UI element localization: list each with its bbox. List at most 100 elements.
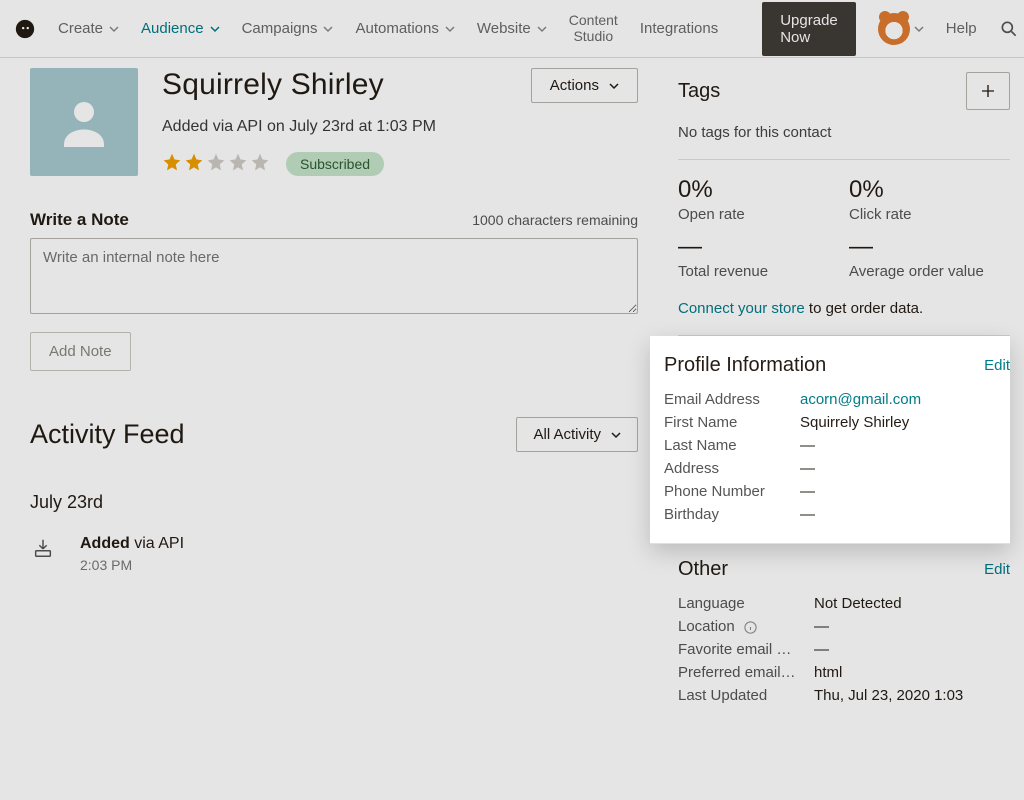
note-textarea[interactable] (30, 238, 638, 314)
chevron-down-icon (537, 24, 547, 34)
contact-avatar (30, 68, 138, 176)
other-pref-label: Preferred email… (678, 664, 814, 681)
click-rate-label: Click rate (849, 206, 1010, 223)
profile-first-label: First Name (664, 414, 800, 431)
profile-phone-value: — (800, 483, 1010, 500)
feed-item-time: 2:03 PM (80, 557, 184, 573)
profile-address-value: — (800, 460, 1010, 477)
nav-campaigns[interactable]: Campaigns (242, 20, 334, 37)
feed-item: Added via API 2:03 PM (30, 535, 638, 573)
contact-rating: Subscribed (162, 152, 507, 176)
nav-audience-label: Audience (141, 20, 204, 37)
tags-section: Tags No tags for this contact 0% Open ra… (664, 72, 1010, 336)
star-icon (228, 152, 248, 176)
plus-icon (979, 82, 997, 100)
profile-email-label: Email Address (664, 391, 800, 408)
chevron-down-icon (210, 24, 220, 34)
nav-content-studio-l2: Studio (573, 29, 613, 44)
profile-last-value: — (800, 437, 1010, 454)
other-edit-link[interactable]: Edit (984, 561, 1010, 578)
total-revenue-label: Total revenue (678, 263, 839, 280)
chevron-down-icon (109, 24, 119, 34)
contact-added-line: Added via API on July 23rd at 1:03 PM (162, 118, 507, 136)
activity-filter-button[interactable]: All Activity (516, 417, 638, 452)
profile-first-value: Squirrely Shirley (800, 414, 1010, 431)
nav-content-studio-l1: Content (569, 13, 618, 28)
profile-information-section: Profile Information Edit Email Address a… (650, 336, 1010, 544)
chevron-down-icon (445, 24, 455, 34)
click-rate-value: 0% (849, 176, 1010, 204)
tags-heading: Tags (678, 80, 720, 103)
activity-feed-heading: Activity Feed (30, 419, 185, 450)
add-tag-button[interactable] (966, 72, 1010, 110)
profile-last-label: Last Name (664, 437, 800, 454)
profile-email-value[interactable]: acorn@gmail.com (800, 391, 1010, 408)
search-icon[interactable] (999, 19, 1019, 39)
other-updated-label: Last Updated (678, 687, 814, 704)
aov-label: Average order value (849, 263, 1010, 280)
other-language-value: Not Detected (814, 595, 1010, 612)
chevron-down-icon (914, 24, 924, 34)
profile-edit-link[interactable]: Edit (984, 357, 1010, 374)
other-updated-value: Thu, Jul 23, 2020 1:03 (814, 687, 1010, 704)
profile-birthday-value: — (800, 506, 1010, 523)
nav-integrations[interactable]: Integrations (640, 20, 718, 37)
nav-audience[interactable]: Audience (141, 20, 220, 37)
connect-store-link[interactable]: Connect your store (678, 300, 805, 317)
nav-website[interactable]: Website (477, 20, 547, 37)
note-section: Write a Note 1000 characters remaining A… (30, 210, 638, 371)
info-icon[interactable] (743, 620, 758, 635)
nav-create[interactable]: Create (58, 20, 119, 37)
mailchimp-logo-icon[interactable] (14, 18, 36, 40)
nav-create-label: Create (58, 20, 103, 37)
import-icon (32, 537, 54, 559)
star-icon (206, 152, 226, 176)
nav-content-studio[interactable]: Content Studio (569, 13, 618, 44)
total-revenue-value: — (678, 233, 839, 261)
fox-avatar-icon (878, 13, 910, 45)
account-menu[interactable] (878, 13, 924, 45)
chevron-down-icon (611, 430, 621, 440)
star-icon (250, 152, 270, 176)
chevron-down-icon (323, 24, 333, 34)
engagement-stats: 0% Open rate 0% Click rate (678, 159, 1010, 223)
tags-empty-text: No tags for this contact (678, 124, 1010, 141)
nav-automations-label: Automations (355, 20, 438, 37)
feed-item-rest: via API (130, 535, 184, 552)
star-icon (184, 152, 204, 176)
feed-item-bold: Added (80, 535, 130, 552)
nav-help[interactable]: Help (946, 20, 977, 37)
activity-filter-label: All Activity (533, 426, 601, 443)
sidebar: Tags No tags for this contact 0% Open ra… (664, 58, 1024, 800)
nav-website-label: Website (477, 20, 531, 37)
actions-button[interactable]: Actions (531, 68, 638, 103)
feed-date-group: July 23rd (30, 492, 638, 513)
upgrade-now-button[interactable]: Upgrade Now (762, 2, 856, 56)
open-rate-label: Open rate (678, 206, 839, 223)
contact-name: Squirrely Shirley (162, 68, 507, 102)
profile-birthday-label: Birthday (664, 506, 800, 523)
top-nav: Create Audience Campaigns Automations We… (0, 0, 1024, 58)
aov-value: — (849, 233, 1010, 261)
other-location-label: Location (678, 618, 814, 635)
activity-feed-header: Activity Feed All Activity (30, 417, 638, 452)
other-heading: Other (678, 558, 728, 581)
other-pref-value: html (814, 664, 1010, 681)
connect-store-rest: to get order data. (805, 300, 923, 317)
other-fav-value: — (814, 641, 1010, 658)
open-rate-value: 0% (678, 176, 839, 204)
status-badge: Subscribed (286, 152, 384, 176)
other-section: Other Edit Language Not Detected Locatio… (664, 544, 1010, 726)
profile-phone-label: Phone Number (664, 483, 800, 500)
nav-automations[interactable]: Automations (355, 20, 454, 37)
note-char-remaining: 1000 characters remaining (472, 212, 638, 228)
other-language-label: Language (678, 595, 814, 612)
chevron-down-icon (609, 81, 619, 91)
feed-item-text: Added via API (80, 535, 184, 553)
nav-campaigns-label: Campaigns (242, 20, 318, 37)
actions-label: Actions (550, 77, 599, 94)
connect-store-line: Connect your store to get order data. (678, 300, 1010, 336)
note-heading: Write a Note (30, 210, 129, 230)
other-location-value: — (814, 618, 1010, 635)
add-note-button[interactable]: Add Note (30, 332, 131, 371)
